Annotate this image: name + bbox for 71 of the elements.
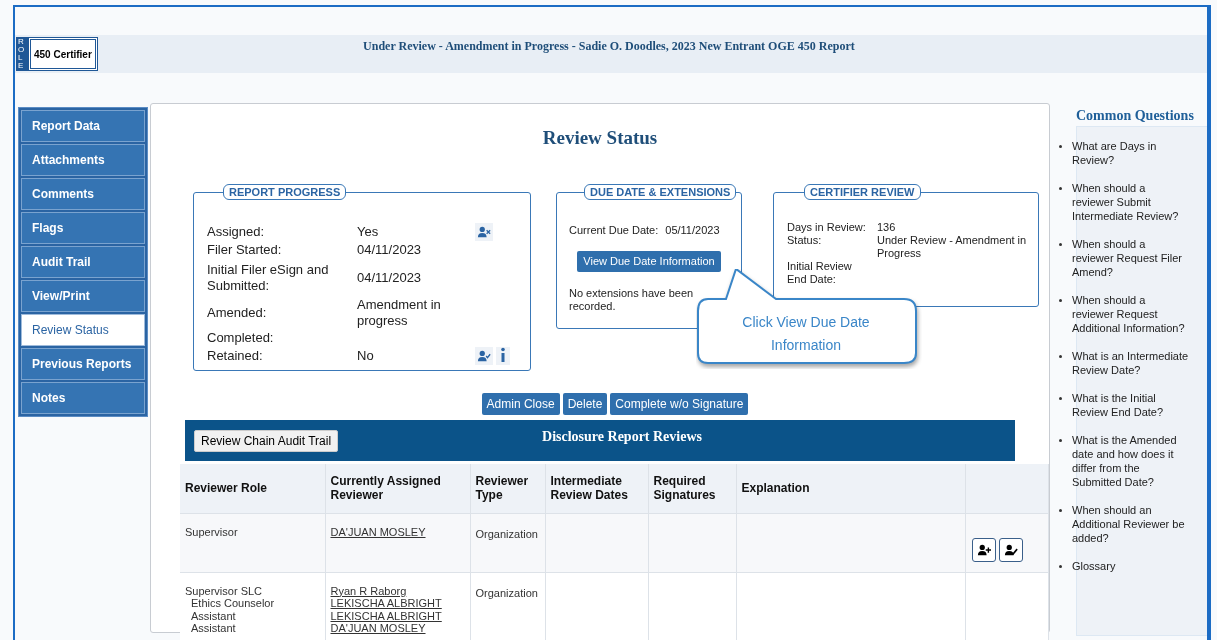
question-link[interactable]: Glossary <box>1072 559 1134 573</box>
question-link[interactable]: When should an Additional Reviewer be added? <box>1072 503 1207 545</box>
field-label: Retained: <box>207 347 264 365</box>
nav-item[interactable]: Flags <box>21 212 145 244</box>
reviewer-link[interactable]: LEKISCHA ALBRIGHT <box>330 609 442 622</box>
section-title: Review Status <box>541 126 659 150</box>
field-label: Days in Review: <box>787 221 867 234</box>
table-cell-text: Assistant <box>190 622 237 635</box>
callout-text: Click View Due Date Information <box>741 313 871 355</box>
field-value: Amendment in progress <box>357 297 441 328</box>
table-title: Disclosure Report Reviews <box>541 428 703 446</box>
question-link[interactable]: When should a reviewer Submit Intermediate Review? <box>1072 181 1207 223</box>
action-button[interactable]: Delete <box>562 393 608 415</box>
nav-item[interactable]: Audit Trail <box>21 246 145 278</box>
table-cell: Organization <box>475 527 538 540</box>
field-label: Completed: <box>207 329 275 347</box>
action-button[interactable]: Admin Close <box>481 393 560 415</box>
question-link[interactable]: What is the Amended date and how does it differ from the Submitted Date? <box>1072 433 1207 489</box>
reviewer-link[interactable]: DA'JUAN MOSLEY <box>330 622 426 634</box>
field-label: Initial Review End Date: <box>787 260 853 286</box>
role-badge: 450 Certifier <box>30 39 96 69</box>
person-add-icon <box>976 542 991 557</box>
field-label: Status: <box>787 234 823 248</box>
field-label: Assigned: <box>207 223 266 241</box>
field-value: 04/11/2023 <box>357 242 422 257</box>
field-value: Yes <box>357 224 379 239</box>
question-link[interactable]: What is the Initial Review End Date? <box>1072 391 1207 419</box>
table-cell-text: Supervisor <box>185 525 239 538</box>
field-value: No <box>357 348 374 363</box>
field-label: Initial Filer eSign and Submitted: <box>207 261 330 295</box>
info-icon[interactable] <box>500 347 506 363</box>
reviewer-link[interactable]: LEKISCHA ALBRIGHT <box>330 597 442 609</box>
field-label: Filer Started: <box>207 241 283 259</box>
extensions-note: No extensions have been recorded. <box>568 286 695 313</box>
field-label: Current Due Date: <box>569 223 659 238</box>
audit-trail-button[interactable]: Review Chain Audit Trail <box>194 429 339 452</box>
nav-item[interactable]: Comments <box>21 178 145 210</box>
question-link[interactable]: What is an Intermediate Review Date? <box>1072 349 1207 377</box>
field-value: Under Review - Amendment in Progress <box>877 234 1027 259</box>
box-legend: CERTIFIER REVIEW <box>804 184 921 200</box>
field-value: 04/11/2023 <box>357 270 422 285</box>
question-link[interactable]: When should a reviewer Request Filer Amend? <box>1072 237 1207 279</box>
person-edit-icon <box>1003 542 1018 557</box>
question-link[interactable]: What are Days in Review? <box>1072 139 1207 167</box>
table-cell-text: Supervisor SLC <box>185 584 264 597</box>
view-due-date-button[interactable]: View Due Date Information <box>577 250 721 272</box>
edit-reviewer-button[interactable] <box>998 537 1023 562</box>
nav-item[interactable]: View/Print <box>21 280 145 312</box>
nav-item[interactable]: Attachments <box>21 144 145 176</box>
table-cell: Organization <box>475 586 538 599</box>
reviewer-link[interactable]: DA'JUAN MOSLEY <box>330 525 426 538</box>
person-check-icon[interactable] <box>477 349 491 363</box>
table-cell-text: Assistant <box>190 609 237 622</box>
page-title: Under Review - Amendment in Progress - Sadie O. Doodles, 2023 New Entrant OGE 450 Report <box>362 38 856 55</box>
question-link[interactable]: When should a reviewer Request Additional Information? <box>1072 293 1207 335</box>
nav-item[interactable]: Review Status <box>21 314 145 346</box>
field-label: Amended: <box>207 304 268 322</box>
reviewer-link[interactable]: Ryan R Raborg <box>330 584 407 597</box>
field-value: 05/11/2023 <box>665 223 720 238</box>
box-legend: DUE DATE & EXTENSIONS <box>584 184 737 200</box>
action-button[interactable]: Complete w/o Signature <box>610 393 749 415</box>
add-reviewer-button[interactable] <box>971 537 996 562</box>
nav-item[interactable]: Previous Reports <box>21 348 145 380</box>
nav-item[interactable]: Notes <box>21 382 145 414</box>
sidebar-title: Common Questions <box>1075 107 1195 125</box>
box-legend: REPORT PROGRESS <box>223 184 347 200</box>
role-label: ROLE <box>16 37 28 71</box>
field-value: 136 <box>877 221 896 233</box>
table-cell-text: Ethics Counselor <box>190 597 276 610</box>
person-remove-icon[interactable] <box>477 225 491 239</box>
nav-item[interactable]: Report Data <box>21 110 145 142</box>
